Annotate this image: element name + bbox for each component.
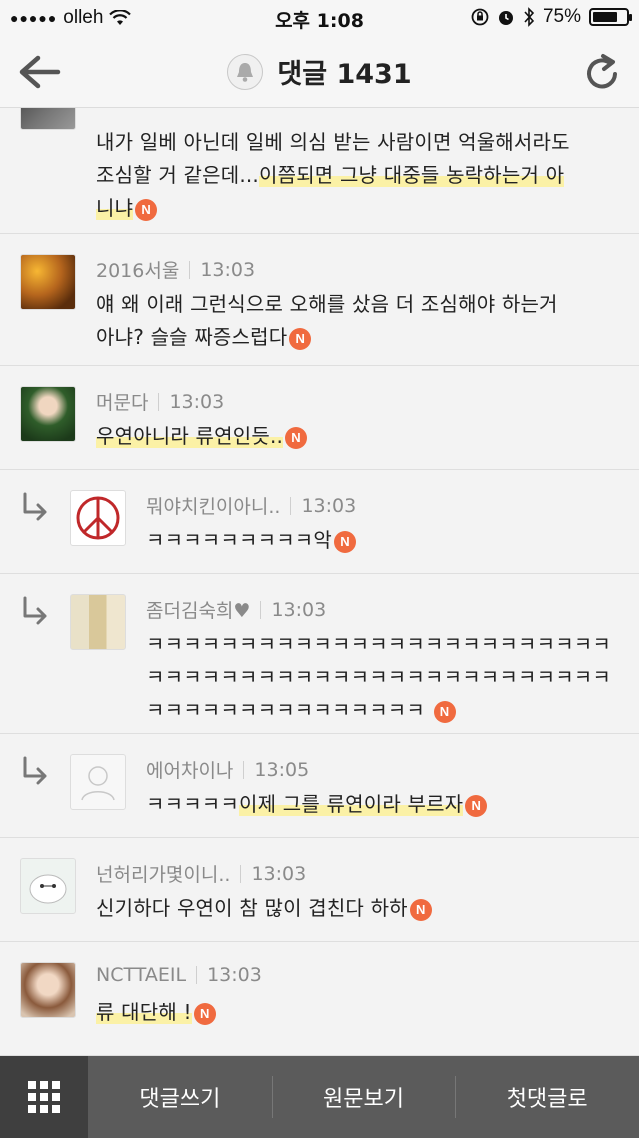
comment-line: ㅋㅋㅋㅋㅋㅋㅋㅋㅋㅋㅋㅋㅋㅋㅋ N <box>146 694 611 727</box>
comment-time: 13:03 <box>271 598 327 621</box>
comment-author[interactable]: 2016서울 <box>96 256 179 283</box>
avatar[interactable] <box>20 962 76 1018</box>
comment-text-segment: 내가 일베 아닌데 일베 의심 받는 사람이면 억울해서라도 <box>96 130 570 154</box>
highlighted-text: 류 대단해 ! <box>96 1000 192 1024</box>
comment-text: 신기하다 우연이 참 많이 겹친다 하하 N <box>96 892 432 925</box>
avatar[interactable] <box>70 490 126 546</box>
view-original-button[interactable]: 원문보기 <box>271 1056 456 1138</box>
status-bar: ●●●●● olleh 오후 1:08 75% <box>0 0 639 36</box>
comment-text-segment: ㅋㅋㅋㅋㅋㅋㅋㅋㅋㅋㅋㅋㅋㅋㅋ <box>146 698 432 722</box>
reply-arrow-icon <box>23 596 47 625</box>
avatar[interactable] <box>20 254 76 310</box>
comment-item: 내가 일베 아닌데 일베 의심 받는 사람이면 억울해서라도조심할 거 같은데.… <box>0 108 639 234</box>
new-badge-icon: N <box>289 327 312 350</box>
page-title: 댓글 1431 <box>277 59 412 90</box>
peace-sign-icon <box>76 496 120 540</box>
grid-menu-icon <box>28 1081 60 1113</box>
avatar[interactable] <box>70 594 126 650</box>
bell-icon <box>237 62 254 82</box>
battery-percent: 75% <box>542 6 581 27</box>
comment-item: 넌허리가몇이니.. 13:03 신기하다 우연이 참 많이 겹친다 하하 N <box>0 838 639 942</box>
comment-line: 얘 왜 이래 그런식으로 오해를 샀음 더 조심해야 하는거 <box>96 288 558 321</box>
comment-text-segment: 조심할 거 같은데... <box>96 163 259 187</box>
avatar-illustration <box>29 874 67 904</box>
comment-line: 내가 일베 아닌데 일베 의심 받는 사람이면 억울해서라도 <box>96 126 570 159</box>
highlighted-text: 이쯤되면 그냥 대중들 농락하는거 아 <box>259 163 565 187</box>
menu-button[interactable] <box>0 1056 88 1138</box>
highlighted-text: 이제 그를 류연이라 부르자 <box>239 792 464 816</box>
comment-text-segment: 얘 왜 이래 그런식으로 오해를 샀음 더 조심해야 하는거 <box>96 292 558 316</box>
reply-item: 뭐야치킨이아니.. 13:03 ㅋㅋㅋㅋㅋㅋㅋㅋㅋ악 N <box>0 470 639 574</box>
comment-time: 13:05 <box>254 758 310 781</box>
write-comment-button[interactable]: 댓글쓰기 <box>88 1056 272 1138</box>
comment-text: 우연아니라 류연인듯.. N <box>96 420 308 453</box>
comment-item: 2016서울 13:03 얘 왜 이래 그런식으로 오해를 샀음 더 조심해야 하… <box>0 234 639 366</box>
comment-text: 내가 일베 아닌데 일베 의심 받는 사람이면 억울해서라도조심할 거 같은데.… <box>96 126 570 225</box>
comment-time: 13:03 <box>200 258 256 281</box>
comment-time: 13:03 <box>169 390 225 413</box>
comment-text: ㅋㅋㅋㅋㅋ이제 그를 류연이라 부르자 N <box>146 788 488 821</box>
new-badge-icon: N <box>193 1002 216 1025</box>
top-nav-bar: 댓글 1431 <box>0 36 639 108</box>
battery-icon <box>589 8 632 26</box>
comment-text: 얘 왜 이래 그런식으로 오해를 샀음 더 조심해야 하는거아냐? 슬슬 짜증스… <box>96 288 558 354</box>
comment-author[interactable]: 머문다 <box>96 388 148 415</box>
reply-arrow-icon <box>23 756 47 785</box>
comment-text: ㅋㅋㅋㅋㅋㅋㅋㅋㅋㅋㅋㅋㅋㅋㅋㅋㅋㅋㅋㅋㅋㅋㅋㅋㅋ ㅋㅋㅋㅋㅋㅋㅋㅋㅋㅋㅋㅋㅋㅋㅋ… <box>146 628 611 727</box>
new-badge-icon: N <box>433 700 456 723</box>
alarm-icon <box>498 11 513 25</box>
default-user-icon <box>81 766 115 801</box>
reply-arrow-icon <box>23 492 47 521</box>
reply-item: 에어차이나 13:05 ㅋㅋㅋㅋㅋ이제 그를 류연이라 부르자 N <box>0 734 639 838</box>
rotation-lock-icon <box>471 8 489 26</box>
comment-line: 아냐? 슬슬 짜증스럽다 N <box>96 321 558 354</box>
comment-text-segment: ㅋㅋㅋㅋㅋㅋㅋㅋㅋㅋㅋㅋㅋㅋㅋㅋㅋㅋㅋㅋㅋㅋㅋㅋㅋ <box>146 665 611 689</box>
notification-bell-button[interactable] <box>227 53 264 90</box>
comment-line: 류 대단해 ! N <box>96 996 216 1029</box>
comment-author[interactable]: 좀더김숙희♥ <box>146 596 250 623</box>
comment-author[interactable]: 에어차이나 <box>146 756 233 783</box>
comment-line: ㅋㅋㅋㅋㅋ이제 그를 류연이라 부르자 N <box>146 788 488 821</box>
new-badge-icon: N <box>409 898 432 921</box>
comment-line: 신기하다 우연이 참 많이 겹친다 하하 N <box>96 892 432 925</box>
avatar[interactable] <box>70 754 126 810</box>
highlighted-text: 니냐 <box>96 196 134 220</box>
comment-text-segment: 신기하다 우연이 참 많이 겹친다 하하 <box>96 896 408 920</box>
comment-text-segment: ㅋㅋㅋㅋㅋㅋㅋㅋㅋㅋㅋㅋㅋㅋㅋㅋㅋㅋㅋㅋㅋㅋㅋㅋㅋ <box>146 632 611 656</box>
highlighted-text: 우연아니라 류연인듯.. <box>96 424 284 448</box>
refresh-icon[interactable] <box>583 50 623 94</box>
comment-line: ㅋㅋㅋㅋㅋㅋㅋㅋㅋㅋㅋㅋㅋㅋㅋㅋㅋㅋㅋㅋㅋㅋㅋㅋㅋ <box>146 661 611 694</box>
comment-author[interactable]: NCTTAEIL <box>96 964 186 986</box>
comment-author[interactable]: 넌허리가몇이니.. <box>96 860 230 887</box>
comment-item: 머문다 13:03 우연아니라 류연인듯.. N <box>0 366 639 470</box>
comment-time: 13:03 <box>207 964 262 986</box>
comment-text: ㅋㅋㅋㅋㅋㅋㅋㅋㅋ악 N <box>146 524 356 557</box>
comment-line: 우연아니라 류연인듯.. N <box>96 420 308 453</box>
first-comment-button[interactable]: 첫댓글로 <box>455 1056 639 1138</box>
new-badge-icon: N <box>465 794 488 817</box>
comment-line: 니냐 N <box>96 192 570 225</box>
avatar[interactable] <box>20 386 76 442</box>
new-badge-icon: N <box>285 426 308 449</box>
avatar[interactable] <box>20 858 76 914</box>
reply-item: 좀더김숙희♥ 13:03 ㅋㅋㅋㅋㅋㅋㅋㅋㅋㅋㅋㅋㅋㅋㅋㅋㅋㅋㅋㅋㅋㅋㅋㅋㅋ ㅋㅋㅋ… <box>0 574 639 734</box>
comment-text-segment: ㅋㅋㅋㅋㅋ <box>146 792 239 816</box>
new-badge-icon: N <box>334 530 356 553</box>
comment-text: 류 대단해 ! N <box>96 996 216 1029</box>
bottom-toolbar: 댓글쓰기 원문보기 첫댓글로 <box>0 1056 639 1138</box>
comment-line: ㅋㅋㅋㅋㅋㅋㅋㅋㅋㅋㅋㅋㅋㅋㅋㅋㅋㅋㅋㅋㅋㅋㅋㅋㅋ <box>146 628 611 661</box>
comment-item: NCTTAEIL 13:03 류 대단해 ! N <box>0 942 639 1056</box>
avatar[interactable] <box>20 108 76 130</box>
comment-list[interactable]: 내가 일베 아닌데 일베 의심 받는 사람이면 억울해서라도조심할 거 같은데.… <box>0 108 639 1056</box>
bluetooth-icon <box>524 7 535 27</box>
comment-time: 13:03 <box>251 862 307 885</box>
comment-line: ㅋㅋㅋㅋㅋㅋㅋㅋㅋ악 N <box>146 524 356 557</box>
comment-text-segment: 아냐? 슬슬 짜증스럽다 <box>96 325 288 349</box>
comment-line: 조심할 거 같은데...이쯤되면 그냥 대중들 농락하는거 아 <box>96 159 570 192</box>
comment-text-segment: ㅋㅋㅋㅋㅋㅋㅋㅋㅋ악 <box>146 528 332 552</box>
new-badge-icon: N <box>135 198 158 221</box>
comment-author[interactable]: 뭐야치킨이아니.. <box>146 492 280 519</box>
comment-time: 13:03 <box>301 494 357 517</box>
